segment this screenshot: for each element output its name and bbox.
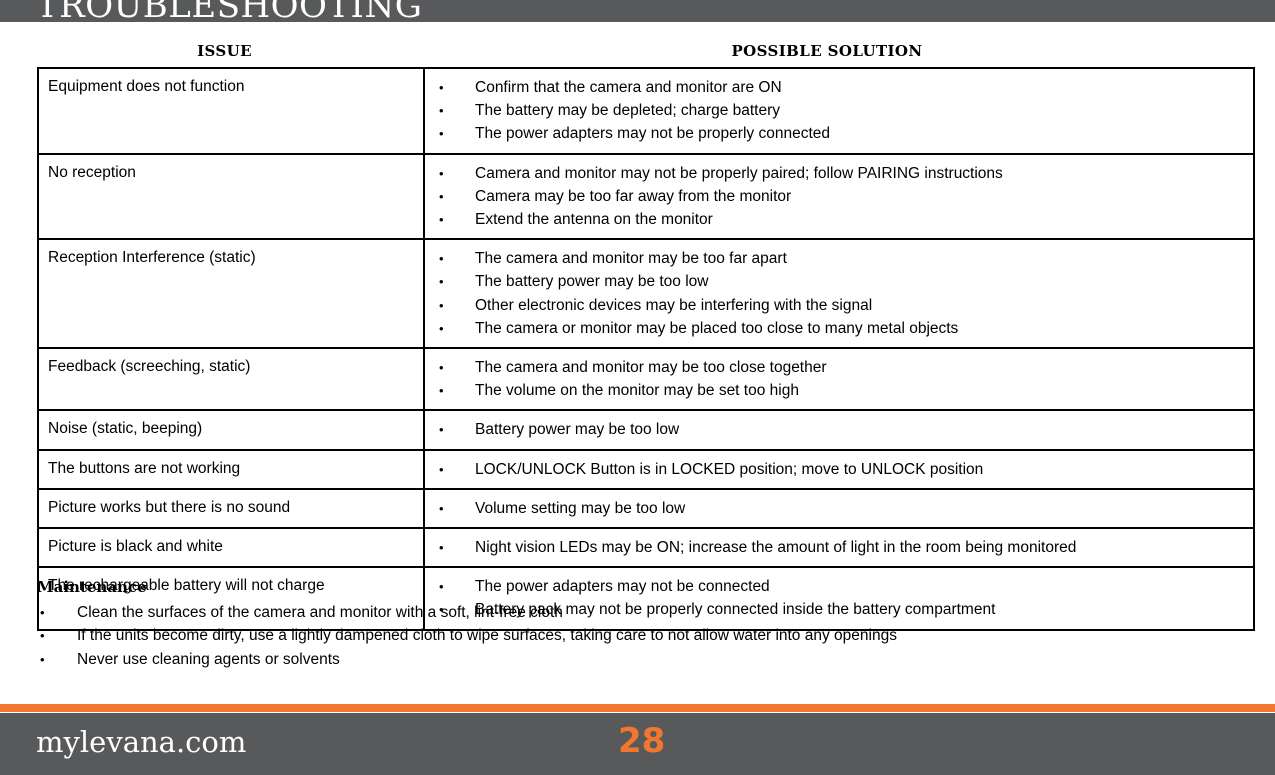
solution-list-item: Camera and monitor may not be properly p…	[425, 162, 1253, 185]
issue-cell: No reception	[37, 152, 425, 241]
solution-list: Camera and monitor may not be properly p…	[425, 162, 1253, 232]
maintenance-list-item: Never use cleaning agents or solvents	[37, 648, 1237, 672]
solution-list-item: Other electronic devices may be interfer…	[425, 294, 1253, 317]
solution-cell: Night vision LEDs may be ON; increase th…	[423, 527, 1255, 569]
column-header-issue: ISSUE	[197, 42, 252, 60]
solution-list-item: Battery power may be too low	[425, 418, 1253, 441]
solution-list: Volume setting may be too low	[425, 497, 1253, 520]
troubleshooting-table: Equipment does not functionConfirm that …	[37, 67, 1255, 631]
maintenance-list-item: If the units become dirty, use a lightly…	[37, 624, 1237, 648]
issue-cell: Picture is black and white	[37, 527, 425, 569]
issue-cell: Feedback (screeching, static)	[37, 347, 425, 412]
solution-list-item: The camera or monitor may be placed too …	[425, 317, 1253, 340]
table-row: Picture is black and whiteNight vision L…	[37, 527, 1255, 569]
solution-list-item: The camera and monitor may be too far ap…	[425, 247, 1253, 270]
issue-cell: The buttons are not working	[37, 448, 425, 490]
solution-list: The camera and monitor may be too far ap…	[425, 247, 1253, 340]
table-column-headings: ISSUE POSSIBLE SOLUTION	[37, 42, 1242, 66]
table-row: Equipment does not functionConfirm that …	[37, 67, 1255, 155]
solution-list-item: Confirm that the camera and monitor are …	[425, 76, 1253, 99]
solution-list: Battery power may be too low	[425, 418, 1253, 441]
solution-cell: LOCK/UNLOCK Button is in LOCKED position…	[423, 448, 1255, 490]
table-row: Reception Interference (static)The camer…	[37, 238, 1255, 350]
table-row: Picture works but there is no soundVolum…	[37, 487, 1255, 530]
table-body: Equipment does not functionConfirm that …	[37, 67, 1255, 631]
table-row: The buttons are not workingLOCK/UNLOCK B…	[37, 448, 1255, 490]
column-header-possible-solution: POSSIBLE SOLUTION	[731, 42, 923, 60]
solution-list: The camera and monitor may be too close …	[425, 356, 1253, 403]
solution-list: Night vision LEDs may be ON; increase th…	[425, 536, 1253, 559]
maintenance-list: Clean the surfaces of the camera and mon…	[37, 601, 1237, 671]
issue-cell: Reception Interference (static)	[37, 238, 425, 350]
table-row: Noise (static, beeping)Battery power may…	[37, 409, 1255, 451]
solution-cell: The camera and monitor may be too far ap…	[423, 238, 1255, 350]
solution-list-item: The battery power may be too low	[425, 270, 1253, 293]
solution-list-item: The power adapters may not be properly c…	[425, 122, 1253, 145]
solution-list-item: Volume setting may be too low	[425, 497, 1253, 520]
footer-website-link[interactable]: mylevana.com	[36, 722, 246, 762]
solution-list: LOCK/UNLOCK Button is in LOCKED position…	[425, 458, 1253, 481]
table-row: Feedback (screeching, static)The camera …	[37, 347, 1255, 412]
issue-cell: Picture works but there is no sound	[37, 487, 425, 530]
solution-cell: Confirm that the camera and monitor are …	[423, 67, 1255, 155]
solution-list-item: LOCK/UNLOCK Button is in LOCKED position…	[425, 458, 1253, 481]
maintenance-heading: Maintenance	[37, 578, 147, 596]
solution-list-item: The battery may be depleted; charge batt…	[425, 99, 1253, 122]
maintenance-list-item: Clean the surfaces of the camera and mon…	[37, 601, 1237, 625]
solution-list-item: The volume on the monitor may be set too…	[425, 379, 1253, 402]
page-title: TROUBLESHOOTING	[36, 0, 423, 26]
maintenance-section: Maintenance Clean the surfaces of the ca…	[37, 577, 1237, 671]
solution-cell: Battery power may be too low	[423, 409, 1255, 451]
table-row: No receptionCamera and monitor may not b…	[37, 152, 1255, 241]
solution-list-item: Extend the antenna on the monitor	[425, 208, 1253, 231]
issue-cell: Equipment does not function	[37, 67, 425, 155]
footer-page-number: 28	[618, 721, 666, 761]
solution-cell: Camera and monitor may not be properly p…	[423, 152, 1255, 241]
solution-cell: Volume setting may be too low	[423, 487, 1255, 530]
footer-accent-rule	[0, 704, 1275, 712]
solution-list-item: The camera and monitor may be too close …	[425, 356, 1253, 379]
issue-cell: Noise (static, beeping)	[37, 409, 425, 451]
solution-cell: The camera and monitor may be too close …	[423, 347, 1255, 412]
solution-list-item: Camera may be too far away from the moni…	[425, 185, 1253, 208]
solution-list-item: Night vision LEDs may be ON; increase th…	[425, 536, 1253, 559]
solution-list: Confirm that the camera and monitor are …	[425, 76, 1253, 146]
